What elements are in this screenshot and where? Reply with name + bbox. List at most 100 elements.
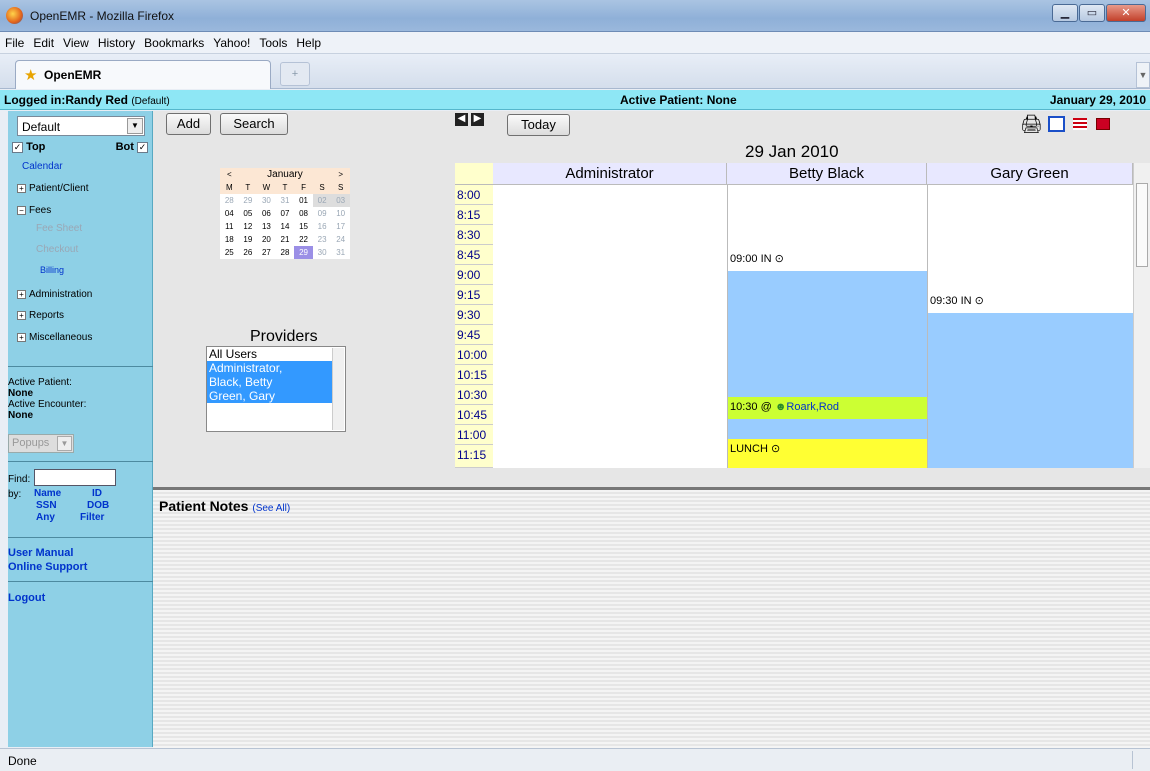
menu-help[interactable]: Help bbox=[291, 32, 325, 50]
scrollbar-thumb[interactable] bbox=[1136, 183, 1148, 267]
in-office-block[interactable] bbox=[728, 271, 927, 397]
mini-cal-day[interactable]: 08 bbox=[294, 207, 313, 220]
find-filter[interactable]: Filter bbox=[80, 512, 104, 523]
mini-cal-day[interactable]: 30 bbox=[313, 246, 332, 259]
time-slot[interactable]: 8:15 bbox=[455, 205, 493, 225]
find-by-any[interactable]: Any bbox=[36, 512, 55, 523]
search-button[interactable]: Search bbox=[220, 113, 288, 135]
mini-cal-day[interactable]: 14 bbox=[276, 220, 295, 233]
time-slot[interactable]: 11:15 bbox=[455, 445, 493, 468]
bot-checkbox[interactable]: ✓ bbox=[137, 141, 148, 153]
find-by-ssn[interactable]: SSN bbox=[36, 500, 57, 511]
mini-cal-day-selected[interactable]: 29 bbox=[294, 246, 313, 259]
nav-calendar[interactable]: Calendar bbox=[22, 161, 63, 172]
nav-reports[interactable]: + Reports bbox=[17, 310, 64, 321]
mini-cal-day[interactable]: 02 bbox=[312, 194, 332, 207]
nav-checkout[interactable]: Checkout bbox=[36, 244, 78, 255]
layout-select[interactable]: Default ▼ bbox=[17, 116, 145, 136]
find-by-name[interactable]: Name bbox=[34, 488, 61, 499]
user-manual-link[interactable]: User Manual bbox=[8, 547, 73, 559]
find-input[interactable] bbox=[34, 469, 116, 486]
time-slot[interactable]: 8:00 bbox=[455, 185, 493, 205]
tab-list-icon[interactable]: ▼ bbox=[1136, 62, 1150, 88]
menu-file[interactable]: File bbox=[0, 32, 28, 50]
event-lunch[interactable]: LUNCH ⊙ bbox=[728, 439, 927, 468]
mini-cal-day[interactable]: 17 bbox=[331, 220, 350, 233]
menu-view[interactable]: View bbox=[58, 32, 93, 50]
mini-cal-day[interactable]: 21 bbox=[276, 233, 295, 246]
top-checkbox[interactable]: ✓ bbox=[12, 141, 23, 153]
mini-cal-day[interactable]: 03 bbox=[331, 194, 350, 207]
mini-cal-day[interactable]: 29 bbox=[239, 194, 258, 207]
time-slot[interactable]: 10:15 bbox=[455, 365, 493, 385]
time-slot[interactable]: 8:45 bbox=[455, 245, 493, 265]
mini-cal-prev[interactable]: < bbox=[220, 168, 239, 181]
mini-cal-day[interactable]: 24 bbox=[331, 233, 350, 246]
provider-option[interactable]: All Users bbox=[207, 347, 344, 361]
see-all-link[interactable]: (See All) bbox=[252, 503, 290, 514]
provider-option[interactable]: Green, Gary bbox=[207, 389, 344, 403]
mini-cal-day[interactable]: 23 bbox=[313, 233, 332, 246]
time-slot[interactable]: 9:00 bbox=[455, 265, 493, 285]
appointment-patient[interactable]: Roark,Rod bbox=[786, 401, 839, 413]
provider-option[interactable]: Black, Betty bbox=[207, 375, 344, 389]
mini-cal-day[interactable]: 30 bbox=[257, 194, 276, 207]
mini-cal-day[interactable]: 07 bbox=[276, 207, 295, 220]
online-support-link[interactable]: Online Support bbox=[8, 561, 87, 573]
nav-billing[interactable]: Billing bbox=[40, 265, 64, 275]
new-tab-button[interactable]: + bbox=[280, 62, 310, 86]
time-slot[interactable]: 8:30 bbox=[455, 225, 493, 245]
today-button[interactable]: Today bbox=[507, 114, 570, 136]
mini-cal-day[interactable]: 18 bbox=[220, 233, 239, 246]
mini-cal-day[interactable]: 10 bbox=[331, 207, 350, 220]
time-slot[interactable]: 10:45 bbox=[455, 405, 493, 425]
mini-cal-day[interactable]: 25 bbox=[220, 246, 239, 259]
mini-cal-day[interactable]: 05 bbox=[239, 207, 258, 220]
mini-cal-day[interactable]: 12 bbox=[239, 220, 258, 233]
nav-administration[interactable]: + Administration bbox=[17, 289, 92, 300]
month-view-icon[interactable] bbox=[1096, 118, 1110, 130]
mini-cal-day[interactable]: 06 bbox=[257, 207, 276, 220]
mini-cal-day[interactable]: 01 bbox=[294, 194, 313, 207]
event-bb-in[interactable]: 09:00 IN ⊙ bbox=[728, 249, 927, 269]
mini-cal-day[interactable]: 16 bbox=[313, 220, 332, 233]
mini-cal-day[interactable]: 27 bbox=[257, 246, 276, 259]
appointment-roark-rod[interactable]: 10:30 @ ☻Roark,Rod bbox=[728, 397, 927, 419]
scrollbar[interactable] bbox=[332, 348, 344, 430]
in-office-block[interactable] bbox=[928, 313, 1133, 468]
close-icon[interactable]: ✕ bbox=[1106, 4, 1146, 22]
mini-cal-day[interactable]: 13 bbox=[257, 220, 276, 233]
find-by-id[interactable]: ID bbox=[92, 488, 102, 499]
week-view-icon[interactable] bbox=[1073, 118, 1087, 130]
minimize-icon[interactable]: ▁ bbox=[1052, 4, 1078, 22]
provider-option[interactable]: Administrator, bbox=[207, 361, 344, 375]
menu-yahoo[interactable]: Yahoo! bbox=[208, 32, 254, 50]
mini-cal-day[interactable]: 20 bbox=[257, 233, 276, 246]
menu-tools[interactable]: Tools bbox=[254, 32, 291, 50]
nav-patient-client[interactable]: + Patient/Client bbox=[17, 183, 88, 194]
time-slot[interactable]: 10:00 bbox=[455, 345, 493, 365]
mini-cal-day[interactable]: 11 bbox=[220, 220, 239, 233]
menu-bookmarks[interactable]: Bookmarks bbox=[139, 32, 208, 50]
mini-cal-day[interactable]: 22 bbox=[294, 233, 313, 246]
in-office-block[interactable] bbox=[728, 419, 927, 439]
find-by-dob[interactable]: DOB bbox=[87, 500, 109, 511]
mini-cal-day[interactable]: 15 bbox=[294, 220, 313, 233]
maximize-icon[interactable]: ▭ bbox=[1079, 4, 1105, 22]
mini-cal-day[interactable]: 28 bbox=[220, 194, 239, 207]
popups-select[interactable]: Popups ▼ bbox=[8, 434, 74, 453]
time-slot[interactable]: 9:15 bbox=[455, 285, 493, 305]
mini-cal-day[interactable]: 09 bbox=[313, 207, 332, 220]
event-gg-in[interactable]: 09:30 IN ⊙ bbox=[928, 291, 1133, 311]
mini-cal-day[interactable]: 04 bbox=[220, 207, 239, 220]
mini-cal-day[interactable]: 28 bbox=[276, 246, 295, 259]
time-slot[interactable]: 10:30 bbox=[455, 385, 493, 405]
printer-icon[interactable]: 🖨 bbox=[1020, 114, 1043, 135]
day-view-icon[interactable] bbox=[1048, 116, 1065, 132]
mini-cal-day[interactable]: 26 bbox=[239, 246, 258, 259]
menu-history[interactable]: History bbox=[93, 32, 139, 50]
mini-cal-next[interactable]: > bbox=[331, 168, 350, 181]
nav-miscellaneous[interactable]: + Miscellaneous bbox=[17, 332, 92, 343]
menu-edit[interactable]: Edit bbox=[28, 32, 58, 50]
nav-fees[interactable]: − Fees bbox=[17, 205, 51, 216]
